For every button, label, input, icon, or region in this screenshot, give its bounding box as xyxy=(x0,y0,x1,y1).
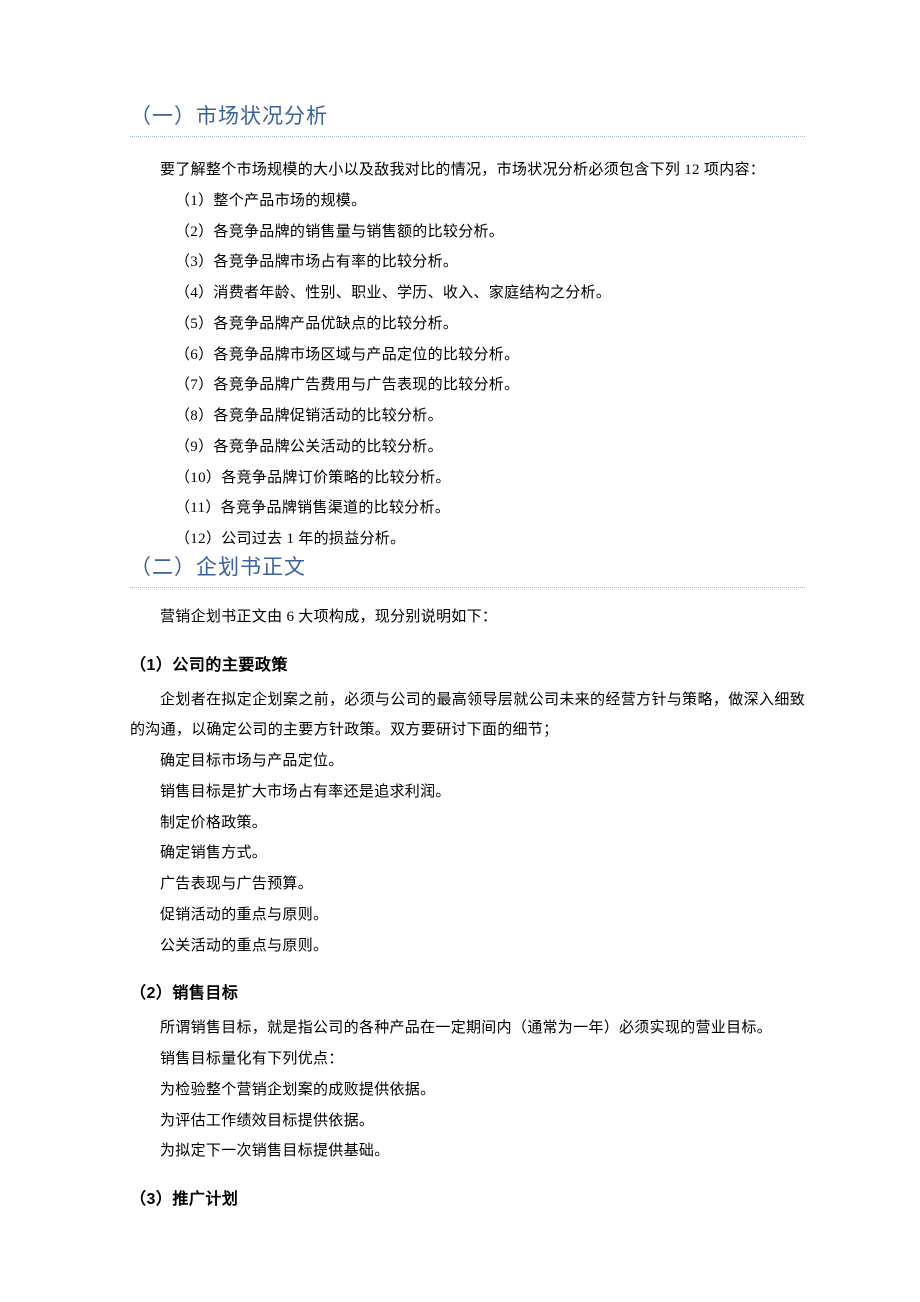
list-item: 制定价格政策。 xyxy=(130,808,805,839)
list-item: 确定目标市场与产品定位。 xyxy=(130,746,805,777)
list-market-items: （1）整个产品市场的规模。 （2）各竞争品牌的销售量与销售额的比较分析。 （3）… xyxy=(130,186,805,555)
list-item: （7）各竞争品牌广告费用与广告表现的比较分析。 xyxy=(130,370,805,401)
list-policy-items: 确定目标市场与产品定位。 销售目标是扩大市场占有率还是追求利润。 制定价格政策。… xyxy=(130,746,805,961)
intro-section-2: 营销企划书正文由 6 大项构成，现分别说明如下： xyxy=(130,602,805,633)
section-market-status: （一）市场状况分析 要了解整个市场规模的大小以及敌我对比的情况，市场状况分析必须… xyxy=(130,100,805,555)
list-item: （11）各竞争品牌销售渠道的比较分析。 xyxy=(130,493,805,524)
subheading-policy: （1）公司的主要政策 xyxy=(130,651,805,675)
list-item: （8）各竞争品牌促销活动的比较分析。 xyxy=(130,401,805,432)
list-item: （3）各竞争品牌市场占有率的比较分析。 xyxy=(130,247,805,278)
heading-section-1: （一）市场状况分析 xyxy=(130,100,805,137)
list-item: 广告表现与广告预算。 xyxy=(130,869,805,900)
policy-paragraph: 企划者在拟定企划案之前，必须与公司的最高领导层就公司未来的经营方针与策略，做深入… xyxy=(130,685,805,747)
subheading-sales-target: （2）销售目标 xyxy=(130,979,805,1003)
list-item: （2）各竞争品牌的销售量与销售额的比较分析。 xyxy=(130,217,805,248)
heading-section-2: （二）企划书正文 xyxy=(130,551,805,588)
list-item: （9）各竞争品牌公关活动的比较分析。 xyxy=(130,432,805,463)
list-item: （5）各竞争品牌产品优缺点的比较分析。 xyxy=(130,309,805,340)
list-item: 为检验整个营销企划案的成败提供依据。 xyxy=(130,1075,805,1106)
list-item: 公关活动的重点与原则。 xyxy=(130,931,805,962)
list-sales-target-items: 为检验整个营销企划案的成败提供依据。 为评估工作绩效目标提供依据。 为拟定下一次… xyxy=(130,1075,805,1167)
list-item: 确定销售方式。 xyxy=(130,838,805,869)
list-item: （6）各竞争品牌市场区域与产品定位的比较分析。 xyxy=(130,340,805,371)
list-item: 为拟定下一次销售目标提供基础。 xyxy=(130,1136,805,1167)
subheading-promotion-plan: （3）推广计划 xyxy=(130,1185,805,1209)
list-item: 为评估工作绩效目标提供依据。 xyxy=(130,1106,805,1137)
list-item: （4）消费者年龄、性别、职业、学历、收入、家庭结构之分析。 xyxy=(130,278,805,309)
sales-target-paragraph: 所谓销售目标，就是指公司的各种产品在一定期间内（通常为一年）必须实现的营业目标。 xyxy=(130,1013,805,1044)
section-plan-body: （二）企划书正文 营销企划书正文由 6 大项构成，现分别说明如下： （1）公司的… xyxy=(130,551,805,1209)
list-item: （10）各竞争品牌订价策略的比较分析。 xyxy=(130,463,805,494)
list-item: （1）整个产品市场的规模。 xyxy=(130,186,805,217)
list-item: 销售目标是扩大市场占有率还是追求利润。 xyxy=(130,777,805,808)
intro-section-1: 要了解整个市场规模的大小以及敌我对比的情况，市场状况分析必须包含下列 12 项内… xyxy=(130,155,805,186)
list-item: 促销活动的重点与原则。 xyxy=(130,900,805,931)
sales-target-advantages-intro: 销售目标量化有下列优点： xyxy=(130,1044,805,1075)
